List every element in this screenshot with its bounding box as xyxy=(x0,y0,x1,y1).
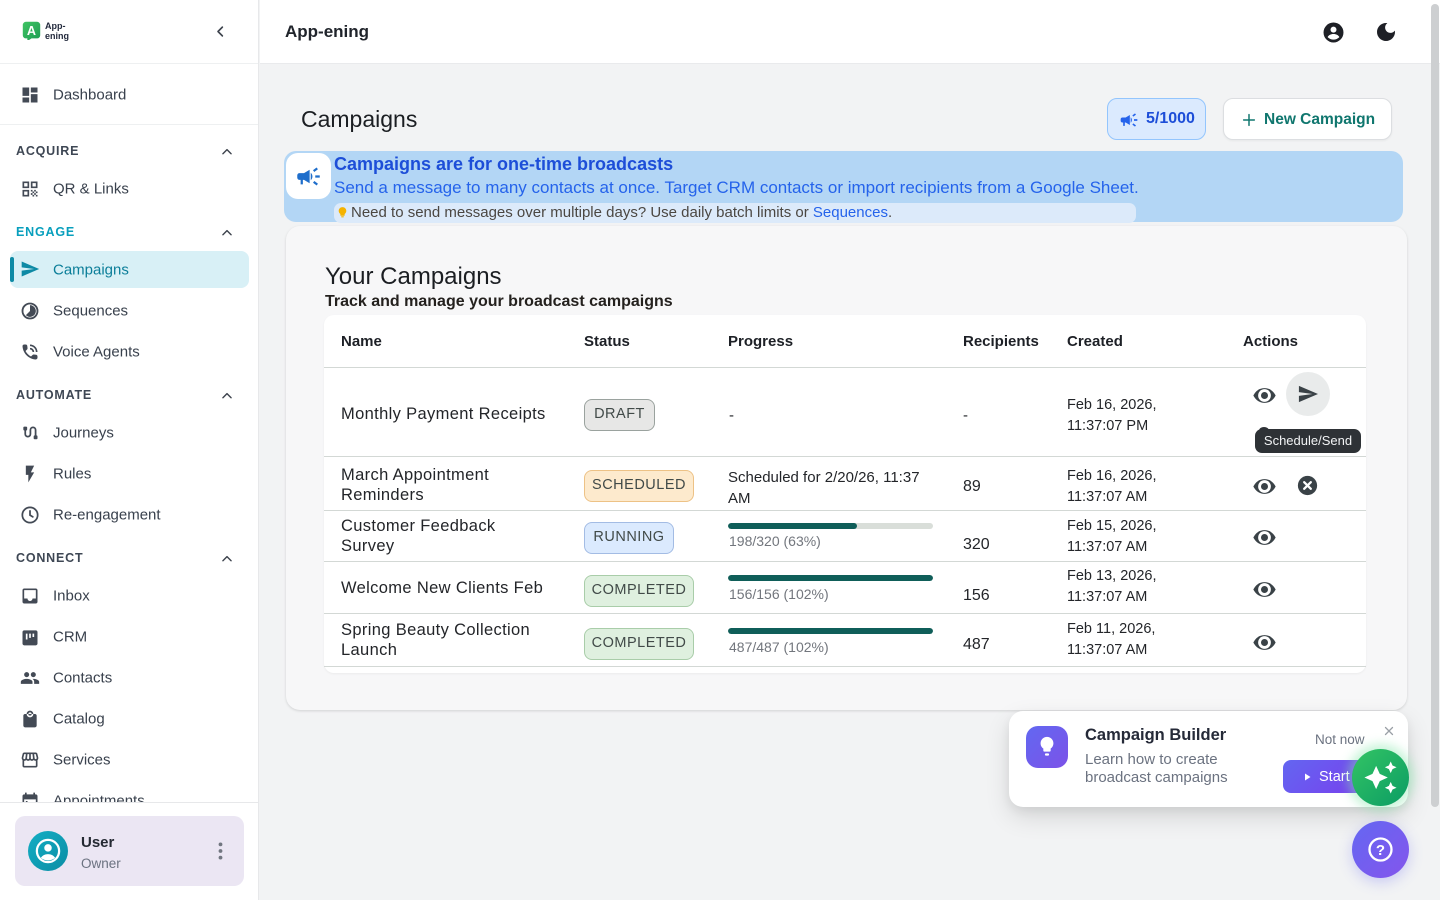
svg-text:A: A xyxy=(27,24,36,38)
svg-text:?: ? xyxy=(1376,842,1385,859)
